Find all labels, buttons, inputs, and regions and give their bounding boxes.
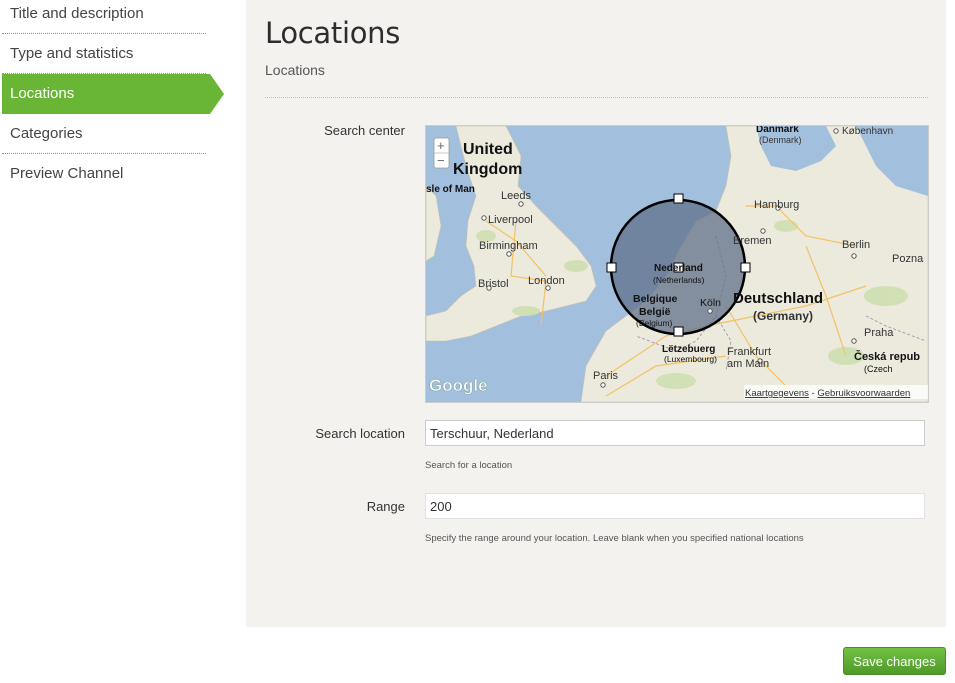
map-label-birmingham: Birmingham bbox=[479, 240, 538, 252]
map-label-poznan: Pozna bbox=[892, 253, 924, 265]
map-label-czech: (Czech bbox=[864, 364, 893, 374]
sidebar-item-locations[interactable]: Locations bbox=[2, 74, 224, 114]
map-label-bristol: Bristol bbox=[478, 278, 509, 290]
range-label: Range bbox=[366, 499, 405, 514]
map-label-danmark: Danmark bbox=[756, 126, 799, 135]
sidebar-item-categories[interactable]: Categories bbox=[2, 114, 206, 154]
map-label-berlin: Berlin bbox=[842, 239, 870, 251]
range-help: Specify the range around your location. … bbox=[425, 533, 804, 544]
map-label-leeds: Leeds bbox=[501, 190, 531, 202]
map-label-hamburg: Hamburg bbox=[754, 199, 799, 211]
radius-handle-bottom[interactable] bbox=[673, 326, 684, 337]
search-location-input[interactable] bbox=[425, 420, 925, 446]
section-divider bbox=[265, 97, 928, 98]
map-label-denmark: (Denmark) bbox=[759, 135, 802, 145]
map-label-koln: Köln bbox=[700, 297, 721, 309]
map-label-belgium: (Belgium) bbox=[636, 318, 673, 328]
search-center-label: Search center bbox=[324, 123, 405, 138]
attribution-separator: - bbox=[809, 388, 817, 399]
map-label-uk1: United bbox=[463, 141, 513, 158]
attribution-data-link[interactable]: Kaartgegevens bbox=[745, 388, 809, 399]
map-label-belgie: België bbox=[639, 306, 671, 318]
radius-handle-right[interactable] bbox=[740, 262, 751, 273]
zoom-out-button[interactable]: − bbox=[437, 153, 445, 168]
radius-handle-left[interactable] bbox=[606, 262, 617, 273]
range-input[interactable] bbox=[425, 493, 925, 519]
page-title: Locations bbox=[265, 16, 401, 50]
map-label-uk2: Kingdom bbox=[453, 161, 522, 178]
map-label-kobenhavn: København bbox=[842, 126, 893, 137]
page-subtitle: Locations bbox=[265, 62, 325, 78]
sidebar-item-title-and-description[interactable]: Title and description bbox=[2, 0, 206, 34]
map-label-iom: sle of Man bbox=[426, 184, 475, 195]
map-label-liverpool: Liverpool bbox=[488, 214, 533, 226]
sidebar-item-preview-channel[interactable]: Preview Channel bbox=[2, 154, 206, 194]
map-label-frankfurt2: am Main bbox=[727, 358, 769, 370]
map-label-ceska: Česká repub bbox=[854, 350, 920, 363]
map-label-praha: Praha bbox=[864, 327, 894, 339]
map-label-germany: (Germany) bbox=[753, 309, 813, 323]
map-label-nederland: Nederland bbox=[654, 263, 703, 274]
map-label-netherlands: (Netherlands) bbox=[653, 275, 705, 285]
sidebar-nav: Title and description Type and statistic… bbox=[0, 0, 230, 194]
map-zoom-control[interactable]: + − bbox=[433, 137, 450, 169]
google-logo[interactable]: Google bbox=[429, 376, 488, 396]
map-attribution: Kaartgegevens - Gebruiksvoorwaarden bbox=[745, 388, 910, 399]
map-label-london: London bbox=[528, 275, 565, 287]
attribution-terms-link[interactable]: Gebruiksvoorwaarden bbox=[817, 388, 910, 399]
map-label-luxembourg: (Luxembourg) bbox=[664, 354, 717, 364]
search-center-map[interactable]: United Kingdom sle of Man Leeds Liverpoo… bbox=[425, 125, 929, 403]
save-changes-button[interactable]: Save changes bbox=[843, 647, 946, 675]
map-label-belgique: Belgique bbox=[633, 293, 677, 305]
map-label-frankfurt1: Frankfurt bbox=[727, 346, 771, 358]
zoom-in-button[interactable]: + bbox=[437, 138, 445, 153]
radius-handle-top[interactable] bbox=[673, 193, 684, 204]
map-label-deutschland: Deutschland bbox=[733, 290, 823, 307]
map-label-paris: Paris bbox=[593, 370, 619, 382]
main-panel: Locations Locations Search center United… bbox=[246, 0, 946, 627]
search-location-help: Search for a location bbox=[425, 460, 513, 471]
map-label-bremen: Bremen bbox=[733, 235, 772, 247]
sidebar-item-type-and-statistics[interactable]: Type and statistics bbox=[2, 34, 206, 74]
search-location-label: Search location bbox=[315, 426, 405, 441]
